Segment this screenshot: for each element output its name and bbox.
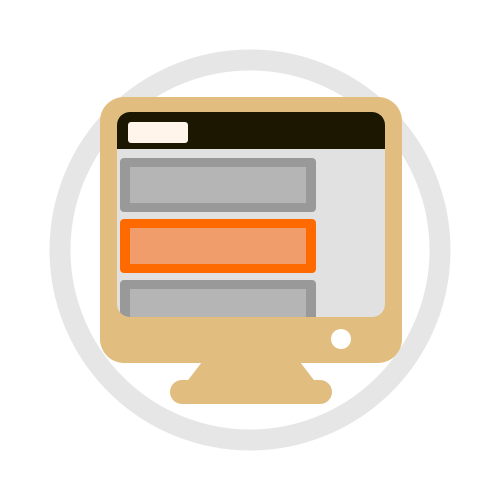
list-item-1 [120, 158, 316, 212]
power-button-icon [331, 329, 351, 349]
window-title-pill [128, 122, 188, 143]
list-item-2-selected [120, 219, 316, 273]
monitor-list-icon [49, 49, 451, 451]
monitor-list-illustration [0, 0, 500, 500]
